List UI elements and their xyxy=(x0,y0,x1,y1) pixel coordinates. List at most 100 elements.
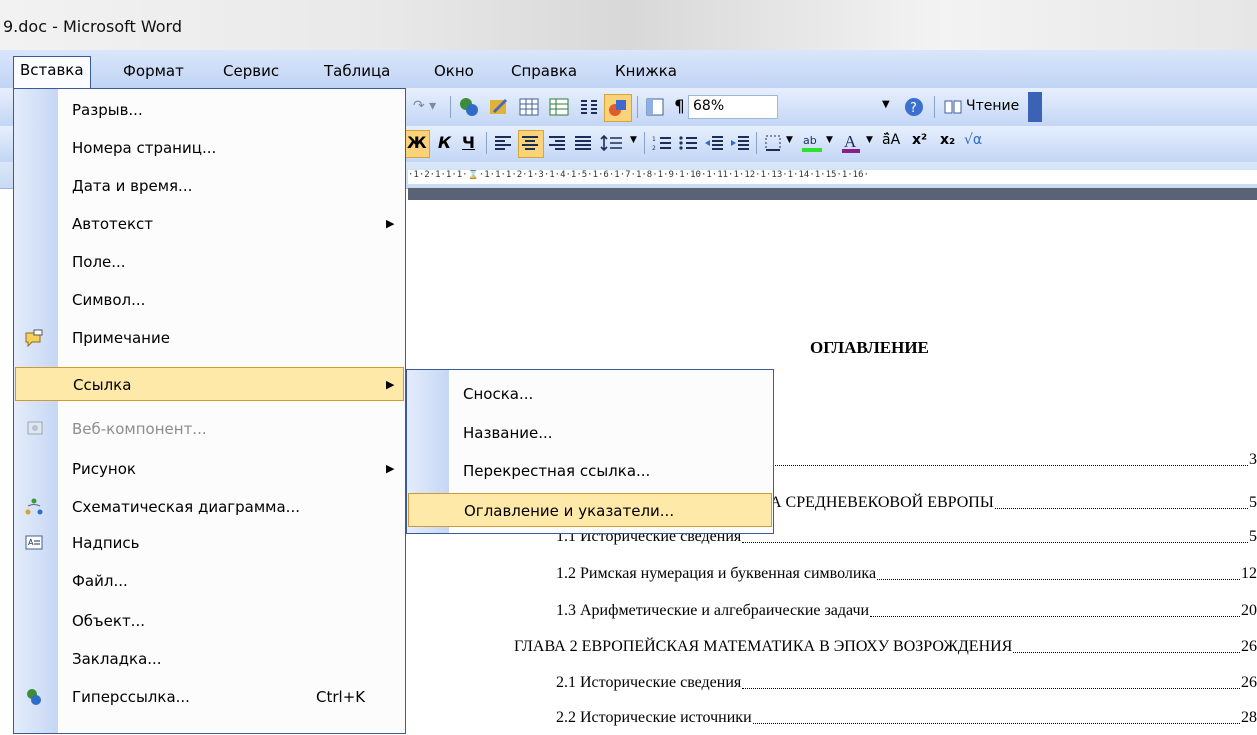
menu-item-page-numbers[interactable]: Номера страниц... xyxy=(14,131,405,165)
menu-item-text-box[interactable]: A Надпись xyxy=(14,526,405,560)
menu-item-bookmark[interactable]: Закладка... xyxy=(14,642,405,676)
comment-icon xyxy=(25,329,43,348)
menu-item-autotext[interactable]: Автотекст ▶ xyxy=(14,207,405,241)
hyperlink-icon[interactable] xyxy=(458,96,480,118)
menu-item-reference[interactable]: Ссылка ▶ xyxy=(15,367,404,401)
change-case-icon[interactable]: ä̂A xyxy=(882,132,900,148)
menu-item-diagram[interactable]: Схематическая диаграмма... xyxy=(14,490,405,524)
toolbar-separator xyxy=(756,132,757,154)
diagram-icon xyxy=(25,498,43,515)
bullet-list-icon[interactable] xyxy=(678,134,698,152)
redo-icon[interactable]: ↷ ▾ xyxy=(413,98,436,114)
menu-item-date-time[interactable]: Дата и время... xyxy=(14,169,405,203)
toolbar-separator xyxy=(637,96,638,118)
menu-item-break[interactable]: Разрыв... xyxy=(14,93,405,127)
hyperlink-icon xyxy=(27,689,41,705)
zoom-dropdown-icon[interactable]: ▼ xyxy=(882,99,890,110)
horizontal-ruler[interactable]: ·1·2·1·1·1·⌛·1·1·1·2·1·3·1·4·1·5·1·6·1·7… xyxy=(408,170,1257,184)
toolbar-overflow-icon[interactable] xyxy=(1028,92,1042,122)
borders-icon[interactable] xyxy=(764,134,782,152)
align-right-icon[interactable] xyxy=(548,134,566,152)
help-icon[interactable]: ? xyxy=(904,97,924,117)
toc-row: 2.1 Исторические сведения 26 xyxy=(556,674,1257,691)
menu-bar: Вставка Формат Сервис Таблица Окно Справ… xyxy=(0,50,1257,89)
svg-text:1: 1 xyxy=(652,136,656,143)
drawing-icon[interactable] xyxy=(488,96,510,118)
menu-insert[interactable]: Вставка xyxy=(13,56,91,89)
toc-title: ОГЛАВЛЕНИЕ xyxy=(810,338,929,357)
numbered-list-icon[interactable]: 12 xyxy=(652,134,672,152)
window-title: 9.doc - Microsoft Word xyxy=(3,17,182,36)
menu-item-comment[interactable]: Примечание xyxy=(14,321,405,355)
insert-menu: Разрыв... Номера страниц... Дата и время… xyxy=(13,88,406,734)
toolbar-separator xyxy=(450,96,451,118)
font-color-dropdown-icon[interactable]: ▼ xyxy=(866,135,873,145)
toc-row: ГЛАВА 2 ЕВРОПЕЙСКАЯ МАТЕМАТИКА В ЭПОХУ В… xyxy=(514,638,1257,655)
document-map-icon[interactable] xyxy=(644,96,666,118)
submenu-arrow-icon: ▶ xyxy=(386,462,395,475)
increase-indent-icon[interactable] xyxy=(730,134,750,152)
text-box-icon: A xyxy=(25,535,43,550)
menu-item-file[interactable]: Файл... xyxy=(14,564,405,598)
highlight-color-icon[interactable]: ab xyxy=(800,132,824,154)
menu-format[interactable]: Формат xyxy=(117,58,190,84)
menu-item-picture[interactable]: Рисунок ▶ xyxy=(14,452,405,486)
svg-text:ab: ab xyxy=(803,134,817,147)
shortcut-label: Ctrl+K xyxy=(316,688,366,706)
zoom-box[interactable]: 68% xyxy=(688,95,778,119)
pilcrow-icon[interactable]: ¶ xyxy=(674,97,685,117)
submenu-item-caption[interactable]: Название... xyxy=(407,416,773,450)
submenu-arrow-icon: ▶ xyxy=(386,217,395,230)
highlight-dropdown-icon[interactable]: ▼ xyxy=(826,135,833,145)
insert-excel-icon[interactable] xyxy=(548,96,570,118)
title-bar: 9.doc - Microsoft Word xyxy=(0,0,1257,50)
ruler-shadow xyxy=(408,188,1257,200)
decrease-indent-icon[interactable] xyxy=(704,134,724,152)
menu-item-hyperlink[interactable]: Гиперссылка... Ctrl+K xyxy=(14,680,405,714)
menu-item-field[interactable]: Поле... xyxy=(14,245,405,279)
menu-item-web-component[interactable]: Веб-компонент... xyxy=(14,412,405,446)
superscript-icon[interactable]: x² xyxy=(912,132,927,148)
font-color-icon[interactable]: A xyxy=(840,131,862,155)
toc-row: 3 xyxy=(770,449,1257,471)
underline-button[interactable]: Ч xyxy=(462,133,475,152)
insert-table-icon[interactable] xyxy=(518,96,540,118)
menu-window[interactable]: Окно xyxy=(428,58,480,84)
align-center-icon[interactable] xyxy=(521,134,539,152)
bold-button[interactable]: Ж xyxy=(407,133,427,152)
menu-item-symbol[interactable]: Символ... xyxy=(14,283,405,317)
svg-text:A: A xyxy=(28,538,34,547)
svg-text:2: 2 xyxy=(652,145,656,152)
line-spacing-icon[interactable] xyxy=(600,134,630,152)
subscript-icon[interactable]: x₂ xyxy=(940,132,955,148)
zoom-value: 68% xyxy=(693,98,725,114)
toolbar-separator xyxy=(934,96,935,118)
drawing-toolbar-icon[interactable] xyxy=(607,97,629,119)
columns-icon[interactable] xyxy=(578,96,600,118)
web-component-icon xyxy=(27,421,43,435)
read-icon[interactable] xyxy=(944,99,962,115)
reference-submenu: Сноска... Название... Перекрестная ссылк… xyxy=(406,369,774,534)
menu-book[interactable]: Книжка xyxy=(609,58,683,84)
menu-service[interactable]: Сервис xyxy=(217,58,285,84)
align-left-icon[interactable] xyxy=(494,134,512,152)
submenu-arrow-icon: ▶ xyxy=(386,378,395,391)
menu-table[interactable]: Таблица xyxy=(318,58,396,84)
line-spacing-dropdown-icon[interactable]: ▼ xyxy=(630,135,637,145)
submenu-item-cross-reference[interactable]: Перекрестная ссылка... xyxy=(407,454,773,488)
equation-icon[interactable]: √α xyxy=(964,132,982,148)
menu-help[interactable]: Справка xyxy=(505,58,583,84)
toc-row: А СРЕДНЕВЕКОВОЙ ЕВРОПЫ 5 xyxy=(770,494,1257,511)
toolbar-separator xyxy=(486,132,487,154)
toc-row: 1.3 Арифметические и алгебраические зада… xyxy=(556,602,1257,619)
borders-dropdown-icon[interactable]: ▼ xyxy=(786,135,793,145)
toc-row: 1.2 Римская нумерация и буквенная символ… xyxy=(556,565,1257,582)
svg-text:A: A xyxy=(844,132,857,151)
justify-icon[interactable] xyxy=(574,134,592,152)
menu-item-object[interactable]: Объект... xyxy=(14,604,405,638)
submenu-item-toc-and-indexes[interactable]: Оглавление и указатели... xyxy=(408,493,772,527)
italic-button[interactable]: К xyxy=(438,133,451,152)
submenu-item-footnote[interactable]: Сноска... xyxy=(407,377,773,411)
reading-mode-button[interactable]: Чтение xyxy=(966,98,1019,114)
svg-text:?: ? xyxy=(910,101,917,116)
